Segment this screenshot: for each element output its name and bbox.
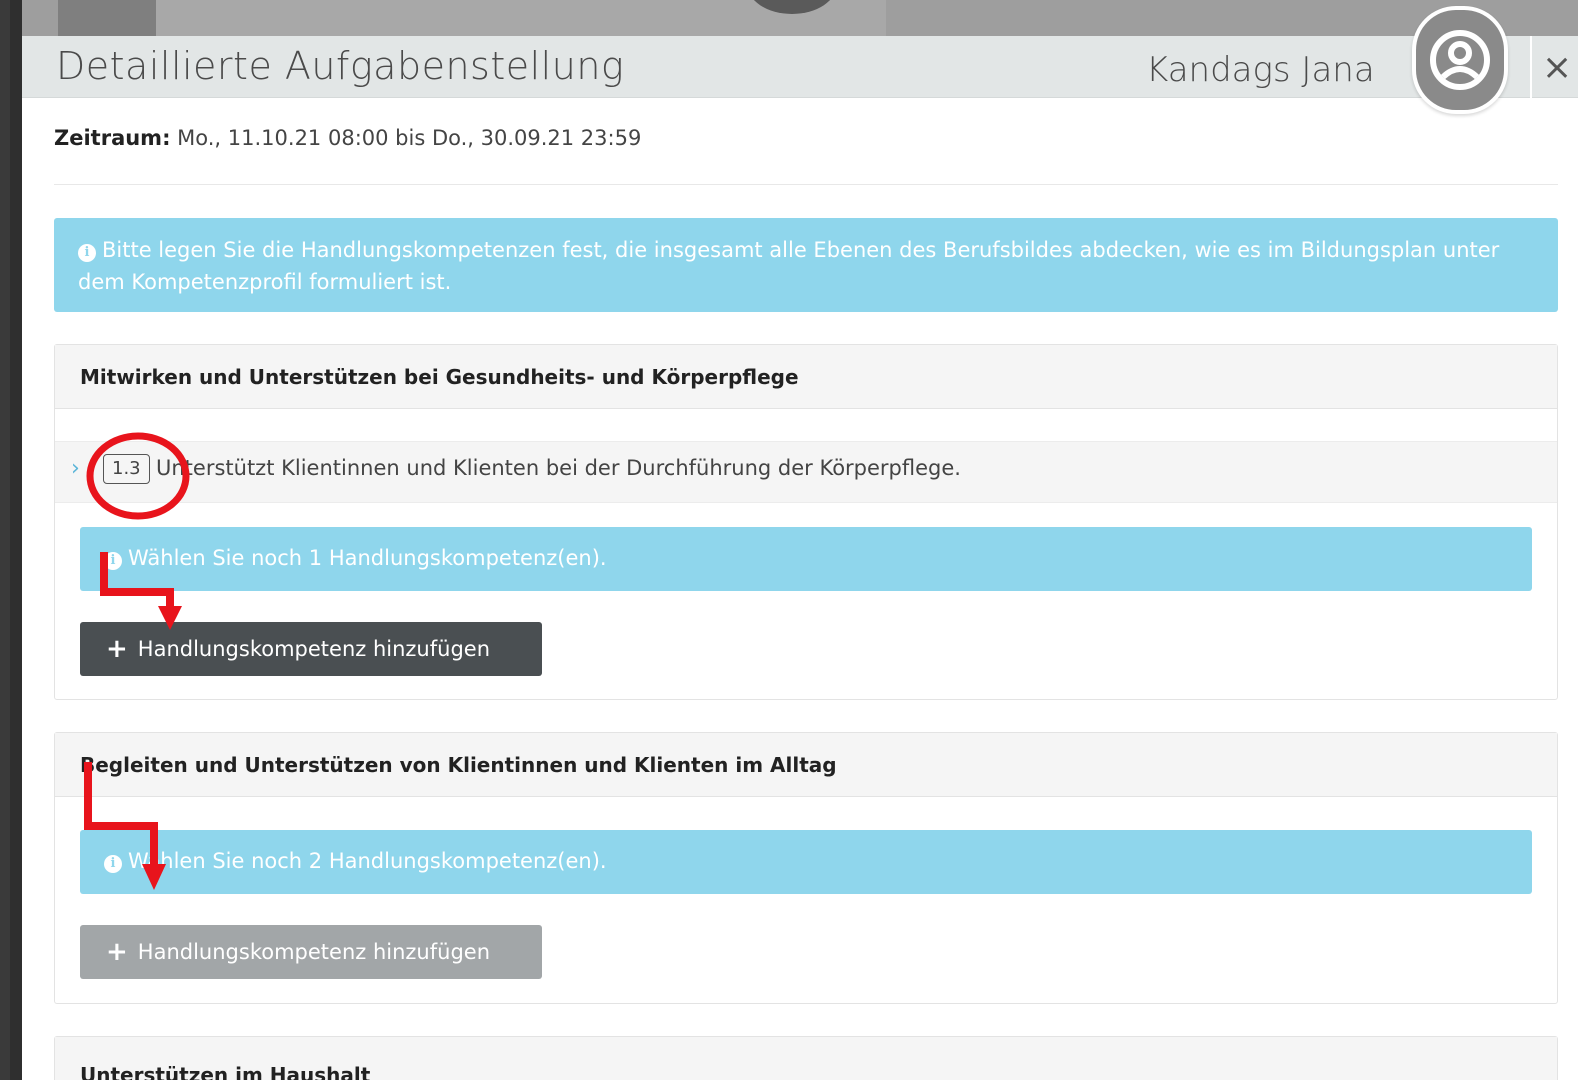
background-page-edge (10, 0, 22, 1080)
section-title: Mitwirken und Unterstützen bei Gesundhei… (55, 345, 1557, 409)
background-page-strip (0, 0, 22, 1080)
add-competence-button-disabled[interactable]: + Handlungskompetenz hinzufügen (80, 925, 542, 979)
section-title: Begleiten und Unterstützen von Klientinn… (55, 733, 1557, 797)
modal-title: Detaillierte Aufgabenstellung (56, 44, 625, 88)
close-button[interactable]: × (1542, 46, 1578, 90)
competence-text: Unterstützt Klientinnen und Klienten bei… (156, 456, 961, 480)
background-page-top (22, 0, 1578, 38)
close-icon: × (1542, 47, 1573, 88)
competence-badge: 1.3 (103, 454, 150, 484)
info-circle-icon: i (104, 855, 122, 873)
user-name: Kandags Jana (1146, 50, 1375, 90)
section-panel-household: Unterstützen im Haushalt (54, 1036, 1558, 1080)
background-block (58, 0, 156, 38)
info-circle-icon: i (104, 552, 122, 570)
section-panel-daily-life: Begleiten und Unterstützen von Klientinn… (54, 732, 1558, 1004)
info-alert-text: Bitte legen Sie die Handlungskompetenzen… (78, 238, 1500, 294)
section-title: Unterstützen im Haushalt (55, 1037, 1557, 1080)
period-value: Mo., 11.10.21 08:00 bis Do., 30.09.21 23… (177, 126, 642, 150)
add-competence-label: Handlungskompetenz hinzufügen (137, 637, 490, 661)
info-circle-icon: i (78, 244, 96, 262)
period-line: Zeitraum: Mo., 11.10.21 08:00 bis Do., 3… (54, 126, 641, 150)
header-divider (1530, 36, 1532, 98)
chevron-right-icon[interactable]: › (71, 456, 80, 481)
remaining-alert: i Wählen Sie noch 2 Handlungskompetenz(en… (80, 830, 1532, 894)
remaining-alert: i Wählen Sie noch 1 Handlungskompetenz(en… (80, 527, 1532, 591)
info-alert: i Bitte legen Sie die Handlungskompetenze… (54, 218, 1558, 312)
section-panel-health-care: Mitwirken und Unterstützen bei Gesundhei… (54, 344, 1558, 700)
period-label: Zeitraum: (54, 126, 171, 150)
competence-row[interactable]: › 1.3 Unterstützt Klientinnen und Klient… (55, 441, 1557, 503)
add-competence-button[interactable]: + Handlungskompetenz hinzufügen (80, 622, 542, 676)
avatar[interactable] (1412, 6, 1508, 114)
user-icon (1416, 10, 1504, 110)
plus-icon: + (106, 634, 128, 664)
modal-header: Detaillierte Aufgabenstellung Kandags Ja… (22, 36, 1578, 98)
task-detail-modal: Detaillierte Aufgabenstellung Kandags Ja… (22, 6, 1578, 1080)
remaining-alert-text: Wählen Sie noch 2 Handlungskompetenz(en)… (128, 849, 607, 873)
divider (54, 184, 1558, 185)
plus-icon: + (106, 937, 128, 967)
remaining-alert-text: Wählen Sie noch 1 Handlungskompetenz(en)… (128, 546, 607, 570)
add-competence-label: Handlungskompetenz hinzufügen (137, 940, 490, 964)
